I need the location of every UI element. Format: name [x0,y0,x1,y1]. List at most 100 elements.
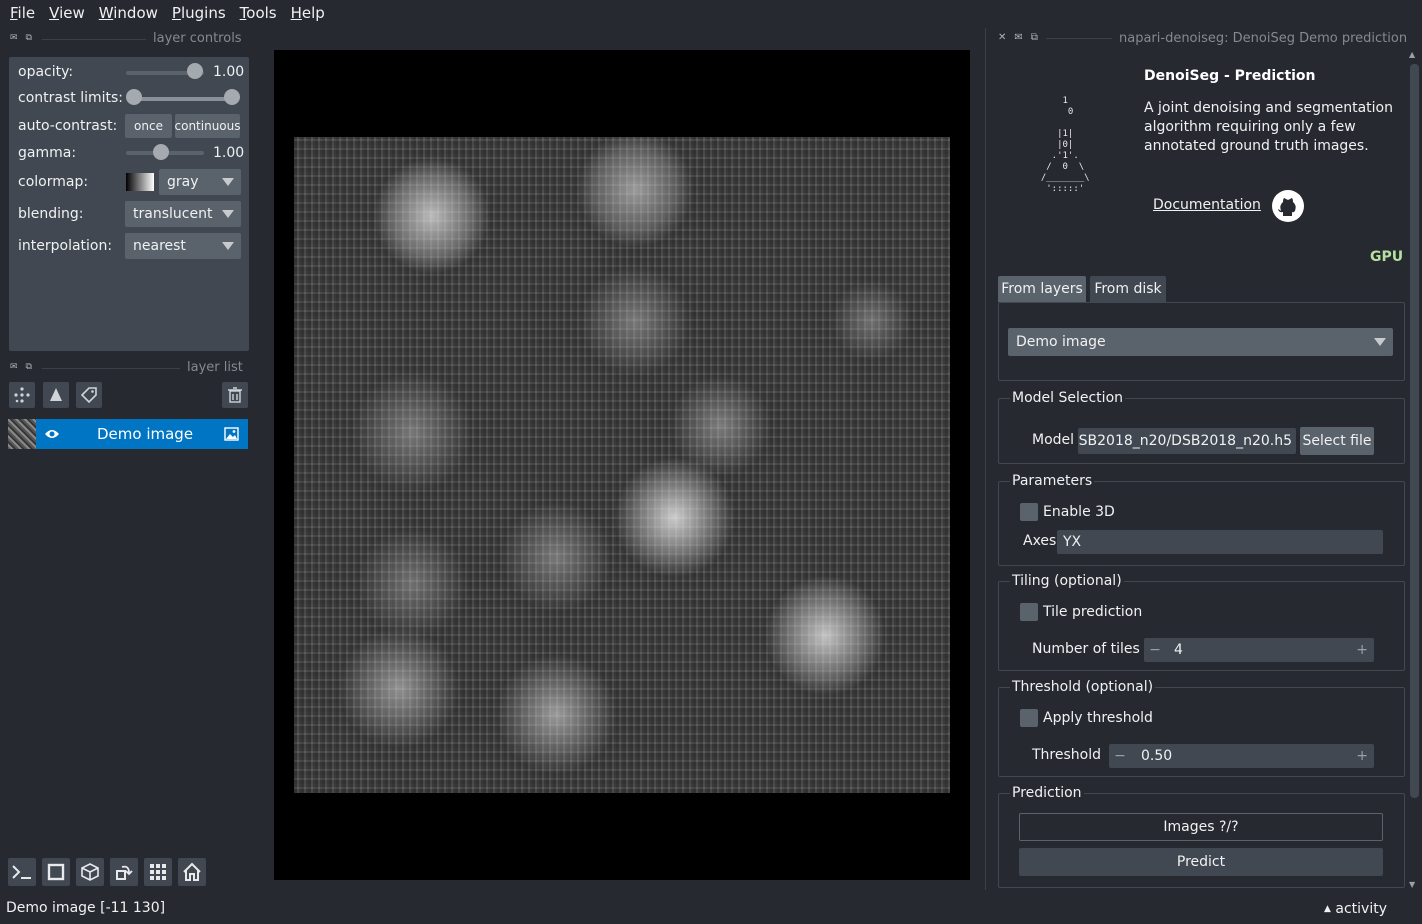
menu-view[interactable]: View [45,4,89,22]
delete-layer-button[interactable] [222,382,248,408]
minus-icon[interactable]: − [1144,642,1166,658]
dock-title-line [42,39,146,40]
gamma-value: 1.00 [213,145,245,161]
chevron-down-icon [1374,338,1386,346]
float-icon[interactable]: ✉ [10,33,18,43]
blending-label: blending: [18,206,84,222]
colormap-label: colormap: [18,174,89,190]
blending-select[interactable]: translucent [125,201,241,227]
auto-contrast-continuous-button[interactable]: continuous [175,114,241,138]
undock-icon[interactable]: ⧉ [26,33,32,43]
menu-help[interactable]: Help [287,4,329,22]
menu-tools[interactable]: Tools [236,4,281,22]
threshold-title: Threshold (optional) [1010,679,1156,695]
tiling-title: Tiling (optional) [1010,573,1124,589]
terminal-icon [12,865,31,879]
console-button[interactable] [8,858,36,886]
interpolation-select[interactable]: nearest [125,233,241,259]
layer-controls-panel: opacity: 1.00 contrast limits: auto-cont… [9,57,249,351]
number-of-tiles-value: 4 [1174,642,1183,658]
colormap-select[interactable]: gray [159,169,241,195]
prediction-title: Prediction [1010,785,1084,801]
colormap-value: gray [167,174,199,190]
contrast-max-handle[interactable] [224,89,240,105]
scroll-up-icon[interactable]: ▲ [1409,50,1415,59]
plugin-title: DenoiSeg - Prediction [1144,68,1316,84]
plus-icon[interactable]: + [1356,642,1368,658]
documentation-link[interactable]: Documentation [1153,197,1261,213]
opacity-label: opacity: [18,64,74,80]
images-progress-bar: Images ?/? [1019,813,1383,841]
axes-input[interactable]: YX [1057,530,1383,554]
layer-select-value: Demo image [1016,334,1106,350]
model-label: Model [1032,432,1075,448]
layer-row[interactable]: Demo image [36,419,248,449]
layer-controls-title: layer controls [153,31,242,46]
square-icon [47,863,65,881]
gamma-label: gamma: [18,145,77,161]
toggle-ndisplay-button[interactable] [42,858,70,886]
chevron-down-icon [222,242,234,250]
grid-icon [150,864,166,880]
auto-contrast-once-button[interactable]: once [125,114,172,138]
interpolation-label: interpolation: [18,238,113,254]
threshold-spinbox[interactable]: − 0.50 + [1109,744,1374,768]
image-layer-icon [224,427,239,441]
contrast-limits-label: contrast limits: [18,90,123,106]
github-icon[interactable] [1271,189,1305,223]
cube-icon [81,863,99,881]
menu-plugins[interactable]: Plugins [168,4,230,22]
rotate-icon [116,865,133,880]
float-icon[interactable]: ✉ [1014,32,1022,43]
activity-button[interactable]: ▲ activity [1324,901,1387,917]
menu-window[interactable]: Window [95,4,162,22]
predict-button[interactable]: Predict [1019,848,1383,876]
axes-value: YX [1063,534,1082,550]
dock-title-line [1046,38,1112,39]
eye-icon[interactable] [44,428,60,440]
model-path: SB2018_n20/DSB2018_n20.h5 [1078,433,1292,449]
tab-from-layers[interactable]: From layers [998,276,1086,302]
threshold-label: Threshold [1032,747,1101,763]
menubar: File View Window Plugins Tools Help [0,0,1422,26]
tab-from-disk[interactable]: From disk [1090,276,1166,302]
statusbar: Demo image [-11 130] ▲ activity [0,896,1422,924]
transpose-button[interactable] [110,858,138,886]
undock-icon[interactable]: ⧉ [26,362,32,372]
parameters-title: Parameters [1010,473,1095,489]
opacity-slider-handle[interactable] [187,63,203,79]
layer-list-dock-buttons: ✉ ⧉ [10,362,32,372]
model-path-field[interactable]: SB2018_n20/DSB2018_n20.h5 [1078,428,1296,454]
contrast-min-handle[interactable] [126,89,142,105]
layer-list-title: layer list [187,360,243,375]
gamma-slider-handle[interactable] [153,144,169,160]
scroll-down-icon[interactable]: ▼ [1409,880,1415,889]
enable-3d-checkbox[interactable] [1020,503,1038,521]
home-button[interactable] [178,858,206,886]
new-points-layer-button[interactable] [9,382,35,408]
contrast-limits-slider[interactable] [134,97,232,101]
number-of-tiles-spinbox[interactable]: − 4 + [1144,638,1374,662]
apply-threshold-checkbox[interactable] [1020,709,1038,727]
roll-dimensions-button[interactable] [76,858,104,886]
plus-icon[interactable]: + [1356,748,1368,764]
undock-icon[interactable]: ⧉ [1031,32,1038,43]
tile-prediction-checkbox[interactable] [1020,603,1038,621]
grid-view-button[interactable] [144,858,172,886]
select-file-button[interactable]: Select file [1300,427,1374,455]
plugin-dock-title: napari-denoiseg: DenoiSeg Demo predictio… [1119,31,1408,46]
float-icon[interactable]: ✉ [10,362,18,372]
menu-file[interactable]: File [6,4,39,22]
plugin-dock-buttons: ✕ ✉ ⧉ [998,32,1038,43]
minus-icon[interactable]: − [1109,748,1131,764]
dock-title-line [42,368,180,369]
points-icon [14,387,30,403]
tag-icon [80,387,97,404]
new-labels-layer-button[interactable] [76,382,102,408]
scrollbar-thumb[interactable] [1410,64,1419,798]
viewer-canvas[interactable] [274,50,970,880]
new-shapes-layer-button[interactable] [43,382,69,408]
layer-select[interactable]: Demo image [1008,328,1393,356]
close-icon[interactable]: ✕ [998,32,1006,43]
threshold-value: 0.50 [1141,748,1173,764]
